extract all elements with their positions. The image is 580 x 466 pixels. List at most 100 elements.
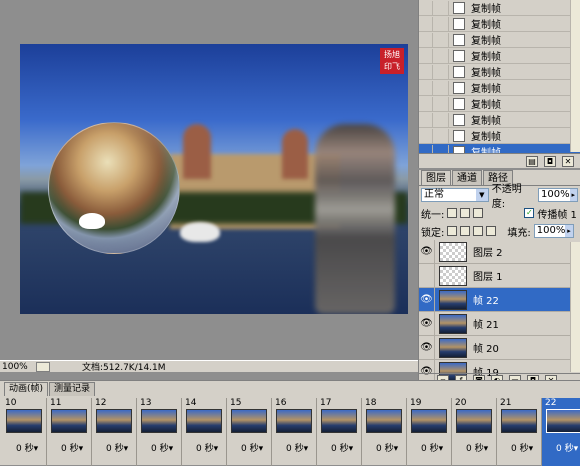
frame-delay-select[interactable]: 0 秒▾ [61, 441, 83, 454]
frame-delay-select[interactable]: 0 秒▾ [421, 441, 443, 454]
frames-list-item[interactable]: 复制帧 [419, 32, 580, 48]
visibility-toggle[interactable] [419, 48, 433, 63]
new-document-icon[interactable]: ◘ [544, 155, 556, 167]
eye-icon[interactable]: 👁 [419, 287, 435, 312]
frame-delay-select[interactable]: 0 秒▾ [16, 441, 38, 454]
visibility-toggle[interactable] [419, 112, 433, 127]
visibility-toggle[interactable] [419, 263, 435, 288]
animation-frame[interactable]: 13 0 秒▾ [137, 398, 182, 466]
frames-list-item[interactable]: 复制帧 [419, 64, 580, 80]
snapshot-toggle[interactable] [433, 32, 449, 47]
frames-list-item[interactable]: 复制帧 [419, 128, 580, 144]
frames-list-item[interactable]: 复制帧 [419, 16, 580, 32]
lock-move-icon[interactable] [473, 226, 484, 236]
castle-tower [282, 129, 308, 179]
animation-frame[interactable]: 22 0 秒▾ [542, 398, 580, 466]
frames-strip: 10 0 秒▾ 11 0 秒▾ 12 0 秒▾ 13 0 秒▾ 14 0 秒▾ 15 0 秒▾ 16 0 … [2, 398, 580, 466]
animation-frame[interactable]: 15 0 秒▾ [227, 398, 272, 466]
document-icon [453, 49, 465, 62]
animation-frame[interactable]: 19 0 秒▾ [407, 398, 452, 466]
tab-layers[interactable]: 图层 [421, 170, 451, 185]
propagate-frame-checkbox[interactable]: ✓ [524, 208, 535, 218]
snapshot-toggle[interactable] [433, 96, 449, 111]
visibility-toggle[interactable] [419, 32, 433, 47]
frame-delay-select[interactable]: 0 秒▾ [331, 441, 353, 454]
frame-delay-select[interactable]: 0 秒▾ [511, 441, 533, 454]
snapshot-toggle[interactable] [433, 0, 449, 15]
frames-list-item[interactable]: 复制帧 [419, 48, 580, 64]
eye-icon[interactable]: 👁 [419, 239, 435, 264]
frame-delay-select[interactable]: 0 秒▾ [466, 441, 488, 454]
frame-number: 13 [140, 398, 152, 408]
layer-row[interactable]: 👁 帧 20 [419, 335, 580, 360]
animation-frame[interactable]: 17 0 秒▾ [317, 398, 362, 466]
blend-mode-select[interactable]: 正常 ▼ [421, 188, 489, 202]
visibility-toggle[interactable] [419, 0, 433, 15]
visibility-toggle[interactable] [419, 96, 433, 111]
snapshot-toggle[interactable] [433, 80, 449, 95]
document-icon [453, 97, 465, 110]
layer-row[interactable]: 👁 帧 22 [419, 287, 580, 312]
frame-delay-select[interactable]: 0 秒▾ [151, 441, 173, 454]
layer-row[interactable]: 👁 图层 2 [419, 239, 580, 264]
visibility-toggle[interactable] [419, 16, 433, 31]
lock-transparency-icon[interactable] [447, 226, 458, 236]
animation-frame[interactable]: 14 0 秒▾ [182, 398, 227, 466]
visibility-toggle[interactable] [419, 64, 433, 79]
status-menu-icon[interactable] [36, 361, 50, 372]
animation-frame[interactable]: 12 0 秒▾ [92, 398, 137, 466]
layer-row[interactable]: 图层 1 [419, 263, 580, 288]
animation-frame[interactable]: 18 0 秒▾ [362, 398, 407, 466]
eye-icon[interactable]: 👁 [419, 311, 435, 336]
frames-list-item[interactable]: 复制帧 [419, 96, 580, 112]
zoom-level[interactable]: 100% [0, 362, 36, 372]
layer-row[interactable]: 👁 帧 21 [419, 311, 580, 336]
unify-visibility-icon[interactable] [460, 208, 471, 218]
trash-icon[interactable]: ✕ [562, 155, 574, 167]
snapshot-icon[interactable]: ▤ [526, 155, 538, 167]
frame-delay-select[interactable]: 0 秒▾ [241, 441, 263, 454]
frame-number: 12 [95, 398, 107, 408]
snapshot-toggle[interactable] [433, 128, 449, 143]
animation-frame[interactable]: 11 0 秒▾ [47, 398, 92, 466]
frame-thumbnail [186, 409, 222, 433]
unify-label: 统一: [421, 209, 445, 221]
layer-name: 帧 22 [473, 296, 499, 307]
eye-icon[interactable]: 👁 [419, 335, 435, 360]
frame-thumbnail [546, 409, 580, 433]
lock-brush-icon[interactable] [460, 226, 471, 236]
document-image[interactable]: 扬旭 印飞 [20, 44, 408, 314]
unify-style-icon[interactable] [473, 208, 484, 218]
snapshot-toggle[interactable] [433, 112, 449, 127]
frames-list-item[interactable]: 复制帧 [419, 112, 580, 128]
fill-input[interactable]: 100% ▸ [533, 224, 574, 238]
snapshot-toggle[interactable] [433, 16, 449, 31]
snapshot-toggle[interactable] [433, 64, 449, 79]
opacity-input[interactable]: 100% ▸ [538, 188, 578, 202]
animation-frame[interactable]: 21 0 秒▾ [497, 398, 542, 466]
lock-all-icon[interactable] [486, 226, 497, 236]
animation-frame[interactable]: 20 0 秒▾ [452, 398, 497, 466]
frames-list-scrollbar[interactable] [570, 0, 580, 152]
layer-thumbnail [439, 241, 467, 262]
tab-channels[interactable]: 通道 [452, 170, 482, 185]
layers-scrollbar[interactable] [570, 242, 580, 372]
frame-delay-select[interactable]: 0 秒▾ [286, 441, 308, 454]
frame-delay-select[interactable]: 0 秒▾ [106, 441, 128, 454]
frame-delay-select[interactable]: 0 秒▾ [556, 441, 578, 454]
animation-frame[interactable]: 10 0 秒▾ [2, 398, 47, 466]
visibility-toggle[interactable] [419, 128, 433, 143]
frame-delay-select[interactable]: 0 秒▾ [376, 441, 398, 454]
layer-thumbnail [439, 313, 467, 334]
frame-delay-select[interactable]: 0 秒▾ [196, 441, 218, 454]
frames-list-item[interactable]: 复制帧 [419, 0, 580, 16]
tab-measurement-log[interactable]: 测量记录 [49, 382, 96, 396]
tab-animation-frames[interactable]: 动画(帧) [4, 382, 49, 396]
visibility-toggle[interactable] [419, 80, 433, 95]
unify-position-icon[interactable] [447, 208, 458, 218]
frames-list-item[interactable]: 复制帧 [419, 80, 580, 96]
opacity-label: 不透明度: [491, 184, 522, 210]
fill-label: 填充: [507, 227, 531, 239]
animation-frame[interactable]: 16 0 秒▾ [272, 398, 317, 466]
snapshot-toggle[interactable] [433, 48, 449, 63]
